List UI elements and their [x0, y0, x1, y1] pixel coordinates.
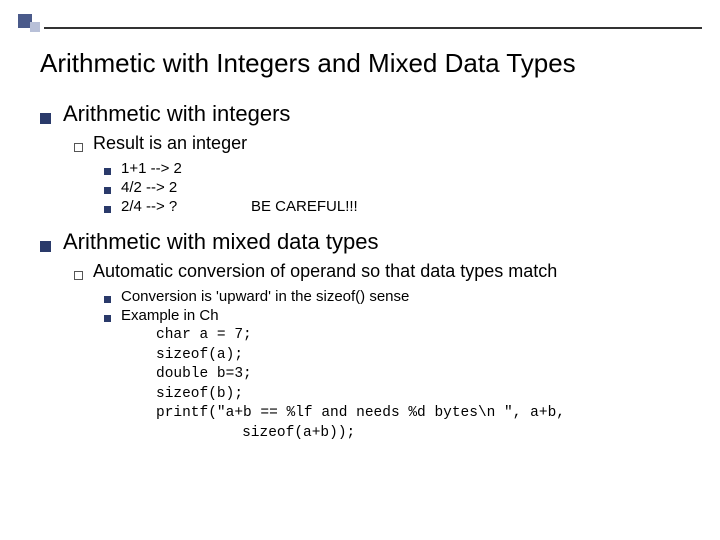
list-item: Conversion is 'upward' in the sizeof() s…: [104, 288, 690, 305]
list-item: Example in Ch char a = 7; sizeof(a); dou…: [104, 307, 690, 443]
code-line: double b=3;: [156, 365, 690, 385]
slide-decoration: [0, 14, 720, 32]
example-text: 1+1 --> 2: [121, 160, 211, 177]
bullet-list: Arithmetic with integers Result is an in…: [40, 101, 690, 443]
small-bullet-icon: [104, 168, 111, 175]
sub-text: Result is an integer: [93, 133, 247, 154]
list-item: 4/2 --> 2: [104, 179, 690, 196]
slide-title: Arithmetic with Integers and Mixed Data …: [40, 48, 690, 79]
list-item: 1+1 --> 2: [104, 160, 690, 177]
example-text: 4/2 --> 2: [121, 179, 211, 196]
point-text: Conversion is 'upward' in the sizeof() s…: [121, 288, 409, 305]
small-bullet-icon: [104, 206, 111, 213]
code-line: printf("a+b == %lf and needs %d bytes\n …: [156, 404, 690, 424]
small-bullet-icon: [104, 296, 111, 303]
code-line: sizeof(b);: [156, 385, 690, 405]
list-item: Arithmetic with integers Result is an in…: [40, 101, 690, 215]
small-bullet-icon: [104, 315, 111, 322]
section-heading: Arithmetic with integers: [63, 101, 290, 127]
code-line: sizeof(a+b));: [156, 424, 690, 444]
point-text: Example in Ch: [121, 307, 219, 324]
list-item: Automatic conversion of operand so that …: [74, 261, 690, 443]
bullet-icon: [40, 241, 51, 252]
deco-line: [44, 27, 702, 29]
bullet-icon: [40, 113, 51, 124]
hollow-bullet-icon: [74, 271, 83, 280]
deco-square-light: [30, 22, 40, 32]
code-block: char a = 7; sizeof(a); double b=3; sizeo…: [156, 326, 690, 443]
small-bullet-icon: [104, 187, 111, 194]
slide-content: Arithmetic with Integers and Mixed Data …: [40, 48, 690, 457]
code-line: sizeof(a);: [156, 346, 690, 366]
code-line: char a = 7;: [156, 326, 690, 346]
hollow-bullet-icon: [74, 143, 83, 152]
list-item: 2/4 --> ?BE CAREFUL!!!: [104, 198, 690, 215]
sub-text: Automatic conversion of operand so that …: [93, 261, 557, 282]
list-item: Arithmetic with mixed data types Automat…: [40, 229, 690, 443]
list-item: Result is an integer 1+1 --> 2: [74, 133, 690, 215]
section-heading: Arithmetic with mixed data types: [63, 229, 378, 255]
example-text: 2/4 --> ?BE CAREFUL!!!: [121, 198, 358, 215]
